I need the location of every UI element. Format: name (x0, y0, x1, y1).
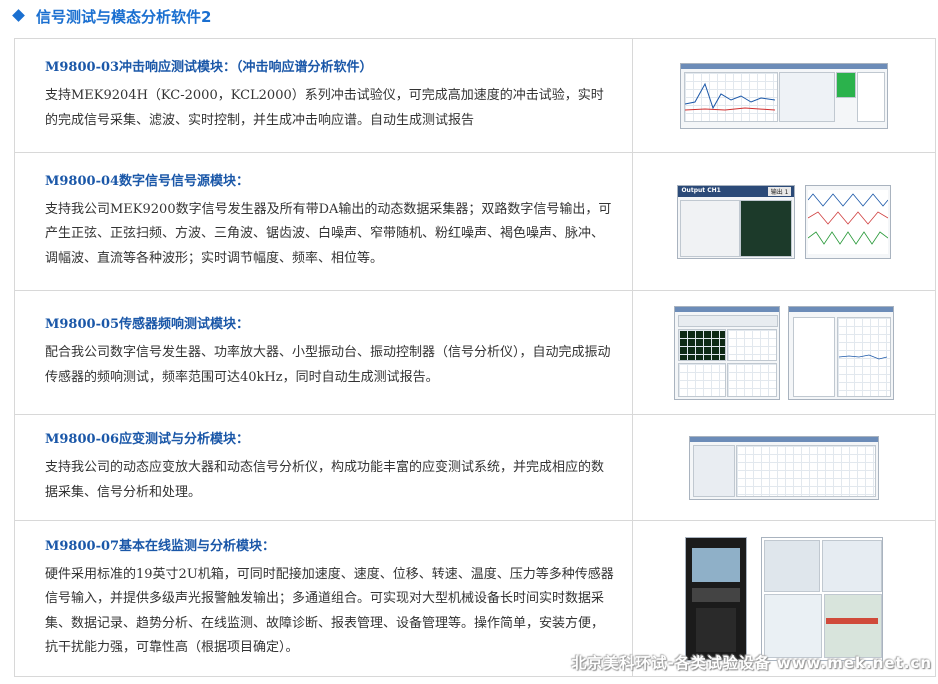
module-image-cell (632, 414, 936, 521)
test-report-screenshot (787, 305, 894, 400)
module-text-cell: M9800-07基本在线监测与分析模块： 硬件采用标准的19英寸2U机箱，可同时… (14, 520, 633, 677)
shock-response-screenshot (680, 62, 888, 129)
modules-table: M9800-03冲击响应测试模块：（冲击响应谱分析软件） 支持MEK9204H（… (14, 38, 936, 677)
module-text-cell: M9800-03冲击响应测试模块：（冲击响应谱分析软件） 支持MEK9204H（… (14, 38, 633, 153)
monitoring-screenshots (760, 536, 883, 661)
module-description: 支持我公司MEK9200数字信号发生器及所有带DA输出的动态数据采集器；双路数字… (45, 201, 612, 266)
module-description: 配合我公司数字信号发生器、功率放大器、小型振动台、振动控制器（信号分析仪），自动… (45, 345, 611, 385)
module-description: 支持MEK9204H（KC-2000，KCL2000）系列冲击试验仪，可完成高加… (45, 88, 604, 128)
module-row: M9800-04数字信号信号源模块： 支持我公司MEK9200数字信号发生器及所… (14, 152, 936, 291)
module-row: M9800-03冲击响应测试模块：（冲击响应谱分析软件） 支持MEK9204H（… (14, 38, 936, 153)
strain-test-screenshot (689, 435, 879, 500)
module-title: M9800-03冲击响应测试模块：（冲击响应谱分析软件） (45, 60, 373, 75)
module-text-cell: M9800-04数字信号信号源模块： 支持我公司MEK9200数字信号发生器及所… (14, 152, 633, 291)
waveform-screenshot (804, 184, 891, 259)
module-description: 支持我公司的动态应变放大器和动态信号分析仪，构成功能丰富的应变测试系统，并完成相… (45, 460, 605, 500)
frequency-response-screenshot (674, 305, 781, 400)
section-title: 信号测试与模态分析软件2 (36, 8, 212, 26)
module-image-cell (632, 38, 936, 153)
module-image-cell (632, 290, 936, 415)
window-title: Output CH1 (681, 186, 721, 194)
output-button[interactable]: 输出 1 (767, 186, 792, 196)
module-title: M9800-07基本在线监测与分析模块： (45, 538, 276, 554)
module-text-cell: M9800-06应变测试与分析模块： 支持我公司的动态应变放大器和动态信号分析仪… (14, 414, 633, 521)
module-image-cell: Output CH1 输出 1 (632, 152, 936, 291)
module-title: M9800-06应变测试与分析模块： (45, 432, 250, 447)
section-header: 信号测试与模态分析软件2 (0, 0, 938, 32)
module-row: M9800-06应变测试与分析模块： 支持我公司的动态应变放大器和动态信号分析仪… (14, 414, 936, 521)
diamond-icon (12, 9, 25, 22)
module-description: 硬件采用标准的19英寸2U机箱，可同时配接加速度、速度、位移、转速、温度、压力等… (45, 566, 614, 656)
module-title: M9800-05传感器频响测试模块： (45, 317, 250, 332)
cabinet-photo (685, 536, 748, 661)
module-text-cell: M9800-05传感器频响测试模块： 配合我公司数字信号发生器、功率放大器、小型… (14, 290, 633, 415)
module-row: M9800-05传感器频响测试模块： 配合我公司数字信号发生器、功率放大器、小型… (14, 290, 936, 415)
watermark: 北京美科环试-各类试验设备 www.mek.net.cn (571, 654, 932, 672)
module-title: M9800-04数字信号信号源模块： (45, 173, 250, 189)
signal-source-screenshot: Output CH1 输出 1 (677, 184, 796, 259)
